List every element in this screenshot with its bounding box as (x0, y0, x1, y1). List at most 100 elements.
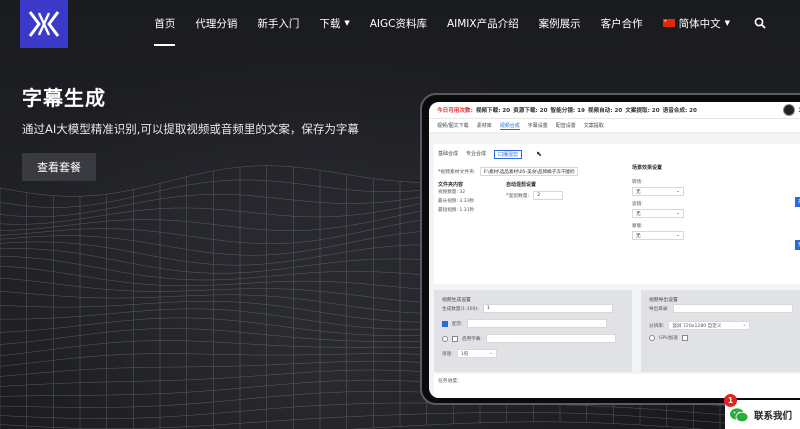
nav-item-label: 首页 (154, 17, 176, 30)
count-row: *混剪数量: 2 (506, 191, 564, 200)
chevron-down-icon: ⌄ (676, 211, 680, 216)
compose-panel: 基础合成 专业合成 口播混剪 ⬉ *视频素材文件夹: F:\素材\选品素材\05… (434, 144, 800, 284)
tab-library: 素材库 (476, 123, 492, 129)
tab-extract: 文案提取 (583, 123, 604, 129)
filter-label: 滤镜: (632, 202, 643, 207)
file-info: 视频数量: 32 最长视频: 3.33秒 最短视频: 1.31秒 (438, 188, 474, 215)
count-label: *混剪数量: (506, 194, 530, 199)
longest-video: 最长视频: 3.33秒 (438, 199, 475, 204)
nav-item-home[interactable]: 首页 (144, 0, 185, 46)
output-dir-input (672, 304, 793, 313)
voice-checkbox (442, 320, 448, 327)
search-icon (754, 17, 766, 29)
usage-stat-bar: 今日可用次数: 视频下载: 20 资源下载: 20 智能分镜: 19 视频自动:… (429, 102, 800, 119)
nav-item-label: 代理分销 (195, 17, 238, 30)
select-value: 无 (636, 211, 641, 217)
select-value: 无 (636, 233, 641, 239)
tab-basic: 基础合成 (438, 151, 459, 157)
mask-label: 蒙版: (632, 224, 643, 229)
contact-us-label: 联系我们 (754, 410, 793, 422)
select-value: 竖屏 720x1280 自定义 (672, 323, 722, 329)
select-value: 1倍 (460, 351, 469, 357)
subtitle-row: 启用字幕: (442, 334, 616, 343)
output-dir-row: 导出目录: (649, 304, 793, 313)
nav-item-label: 下载 (319, 17, 341, 30)
wechat-icon (730, 407, 749, 422)
nav-item-beginner[interactable]: 新手入门 (247, 0, 309, 46)
cursor-icon: ⬉ (536, 150, 542, 158)
folder-row: *视频素材文件夹: F:\素材\选品素材\05-美食\品牌橘子冻干酸奶 (438, 167, 578, 176)
stat-item: 智能分镜: 19 (550, 108, 585, 114)
chevron-down-icon: ⌄ (488, 351, 493, 356)
gen-count-input: 1 (482, 304, 613, 313)
gen-count-label: 生成数量(1-100): (442, 306, 479, 312)
select-value: 无 (636, 189, 641, 195)
count-input: 2 (533, 191, 564, 200)
language-selector[interactable]: 简体中文▼ (653, 0, 740, 46)
usage-label: 今日可用次数: (437, 108, 473, 114)
top-navigation: 首页 代理分销 新手入门 下载 ▼ AIGC资料库 AIMIX产品介绍 案例展示 … (0, 0, 800, 50)
subtitle-checkbox (452, 335, 458, 342)
stat-item: 视频下载: 20 (475, 108, 511, 114)
nav-item-cases[interactable]: 案例展示 (529, 0, 591, 46)
speed-label: 语速: (442, 351, 453, 357)
nav-item-label: 案例展示 (538, 17, 581, 30)
transition-select: 无 ⌄ (632, 187, 684, 196)
resolution-label: 分辨率: (649, 323, 665, 329)
nav-item-agency[interactable]: 代理分销 (185, 0, 247, 46)
auto-section-title: 自动混剪设置 (506, 182, 537, 188)
shortest-video: 最短视频: 1.31秒 (438, 208, 475, 213)
tab-subtitle: 字幕设置 (527, 123, 548, 129)
tab-compose: 视频合成 (499, 122, 520, 130)
nav-item-label: 客户合作 (600, 17, 643, 30)
app-screenshot: 今日可用次数: 视频下载: 20 资源下载: 20 智能分镜: 19 视频自动:… (429, 102, 800, 398)
user-info: 17682 (783, 104, 800, 116)
nav-item-download[interactable]: 下载 ▼ (309, 0, 359, 46)
contact-us-widget[interactable]: 联系我们 (725, 400, 800, 429)
nav-item-label: AIGC资料库 (369, 17, 427, 30)
effects-title: 场景效果设置 (632, 165, 663, 171)
nav-item-product[interactable]: AIMIX产品介绍 (437, 0, 529, 46)
mask-select: 无 ⌄ (632, 231, 684, 240)
nav-item-aigc[interactable]: AIGC资料库 (360, 0, 437, 46)
china-flag-icon (662, 18, 675, 27)
generation-settings-panel: 视频生成设置 生成数量(1-100): 1 配音: 启用字幕: 语速: 1倍 ⌄ (434, 290, 632, 372)
folder-label: *视频素材文件夹: (438, 170, 476, 175)
task-progress-panel: 任务进度: (434, 374, 800, 398)
resolution-row: 分辨率: 竖屏 720x1280 自定义 ⌄ (649, 321, 751, 330)
stat-item: 语音合成: 20 (662, 108, 697, 114)
speed-select: 1倍 ⌄ (456, 349, 497, 358)
chevron-down-icon: ▼ (724, 19, 730, 27)
output-dir-label: 导出目录: (649, 306, 669, 312)
view-plans-button[interactable]: 查看套餐 (22, 153, 96, 181)
file-section-title: 文件夹内容 (438, 182, 464, 188)
nav-item-partners[interactable]: 客户合作 (591, 0, 653, 46)
video-count: 视频数量: 32 (438, 190, 466, 195)
preview-button: 预览 (795, 240, 800, 250)
main-tabs: 视频/图文下载 素材库 视频合成 字幕设置 配音设置 文案提取 (429, 119, 800, 133)
resolution-select: 竖屏 720x1280 自定义 ⌄ (668, 321, 751, 330)
hero-subtitle: 通过AI大模型精准识别,可以提取视频或音频里的文案，保存为字幕 (22, 122, 359, 136)
gen-count-row: 生成数量(1-100): 1 (442, 304, 613, 313)
filter-select: 无 ⌄ (632, 209, 684, 218)
chevron-down-icon: ⌄ (676, 233, 680, 238)
subtitle-radio (442, 335, 448, 342)
stat-item: 资源下载: 20 (513, 108, 548, 114)
folder-input: F:\素材\选品素材\05-美食\品牌橘子冻干酸奶 (479, 167, 578, 176)
gpu-checkbox (681, 335, 688, 341)
notification-badge: 1 (724, 394, 737, 407)
avatar (783, 104, 796, 116)
task-progress-label: 任务进度: (438, 379, 459, 384)
voice-input (466, 319, 607, 328)
stat-item: 文案提取: 20 (625, 108, 660, 114)
logo[interactable] (20, 0, 68, 48)
search-button[interactable] (740, 0, 776, 46)
gpu-row: GPU加速 (649, 335, 688, 341)
speed-row: 语速: 1倍 ⌄ (442, 349, 497, 358)
tab-voice: 配音设置 (555, 123, 576, 129)
voice-label: 配音: (452, 321, 463, 327)
language-label: 简体中文 (678, 17, 721, 30)
gen-section-title: 视频生成设置 (442, 298, 471, 303)
tab-download: 视频/图文下载 (437, 123, 469, 129)
hero-title: 字幕生成 (22, 86, 106, 110)
